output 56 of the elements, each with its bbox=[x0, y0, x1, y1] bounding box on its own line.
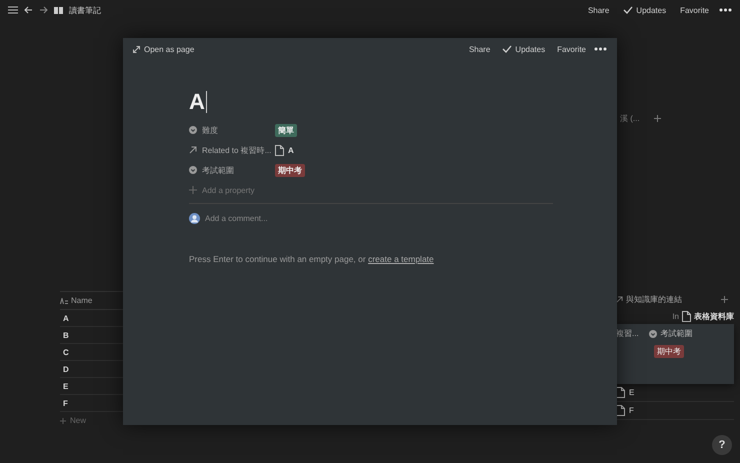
comment-field[interactable]: Add a comment... bbox=[205, 214, 405, 222]
table-cell[interactable]: B bbox=[63, 330, 69, 340]
tag: 期中考 bbox=[654, 345, 684, 358]
relation-value[interactable]: E bbox=[629, 388, 634, 397]
more-icon[interactable] bbox=[719, 8, 732, 12]
book-icon bbox=[54, 6, 63, 14]
add-icon bbox=[189, 186, 197, 194]
create-template-link[interactable]: create a template bbox=[368, 254, 434, 264]
property-name[interactable]: Related to 複習時... bbox=[202, 144, 272, 156]
column-header[interactable]: 與知識庫的連結 bbox=[626, 294, 682, 304]
document-icon bbox=[275, 144, 284, 156]
table-cell[interactable]: C bbox=[63, 348, 69, 356]
table-cell[interactable]: F bbox=[63, 398, 68, 408]
back-icon[interactable] bbox=[24, 6, 33, 14]
hint-text: Press Enter to continue with an empty page, or create a template bbox=[189, 254, 435, 264]
open-as-page-button[interactable]: Open as page bbox=[133, 44, 194, 54]
relation-value[interactable]: A bbox=[288, 146, 294, 154]
arrow-icon bbox=[616, 296, 623, 302]
property-name[interactable]: 難度 bbox=[202, 124, 218, 136]
modal-action-button[interactable]: Updates bbox=[498, 44, 550, 54]
check-icon bbox=[502, 45, 512, 53]
avatar-icon bbox=[189, 212, 200, 224]
more-icon[interactable] bbox=[594, 47, 607, 51]
modal-action-button[interactable]: Favorite bbox=[553, 44, 590, 54]
list-icon bbox=[189, 126, 197, 134]
table-cell[interactable]: E bbox=[63, 382, 68, 390]
add-icon[interactable] bbox=[721, 296, 728, 302]
column-header[interactable]: Name bbox=[71, 296, 92, 305]
tag: 簡單 bbox=[275, 124, 297, 136]
relation-value[interactable]: F bbox=[629, 406, 634, 415]
column-header[interactable]: 溪 (... bbox=[620, 112, 640, 124]
database-link[interactable]: 表格資料庫 bbox=[694, 310, 734, 322]
help-button[interactable]: ? bbox=[712, 435, 732, 455]
tag: 期中考 bbox=[275, 164, 305, 176]
document-icon bbox=[682, 310, 691, 322]
topbar-action-button[interactable]: Favorite bbox=[676, 6, 713, 14]
topbar-action-button[interactable]: Share bbox=[584, 6, 614, 14]
table-cell[interactable]: A bbox=[63, 314, 69, 322]
check-icon bbox=[623, 6, 634, 14]
arrow-icon bbox=[189, 146, 197, 154]
forward-icon[interactable] bbox=[39, 6, 48, 14]
page-title[interactable]: A bbox=[189, 89, 205, 115]
modal-action-button[interactable]: Share bbox=[464, 44, 494, 54]
expand-icon bbox=[133, 46, 140, 52]
add-icon[interactable] bbox=[654, 114, 661, 122]
property-name: 考試範圍 bbox=[660, 328, 693, 339]
menu-icon[interactable] bbox=[8, 6, 18, 14]
in-label: In bbox=[672, 312, 679, 320]
topbar-action-button[interactable]: Updates bbox=[619, 6, 670, 14]
list-icon bbox=[648, 330, 657, 338]
related-value: 複習... bbox=[616, 328, 639, 339]
breadcrumb[interactable]: 讀書筆記 bbox=[69, 4, 101, 16]
list-icon bbox=[189, 166, 197, 174]
table-cell[interactable]: D bbox=[63, 364, 69, 374]
add-icon bbox=[60, 418, 66, 424]
property-name[interactable]: 考試範圍 bbox=[202, 164, 234, 176]
